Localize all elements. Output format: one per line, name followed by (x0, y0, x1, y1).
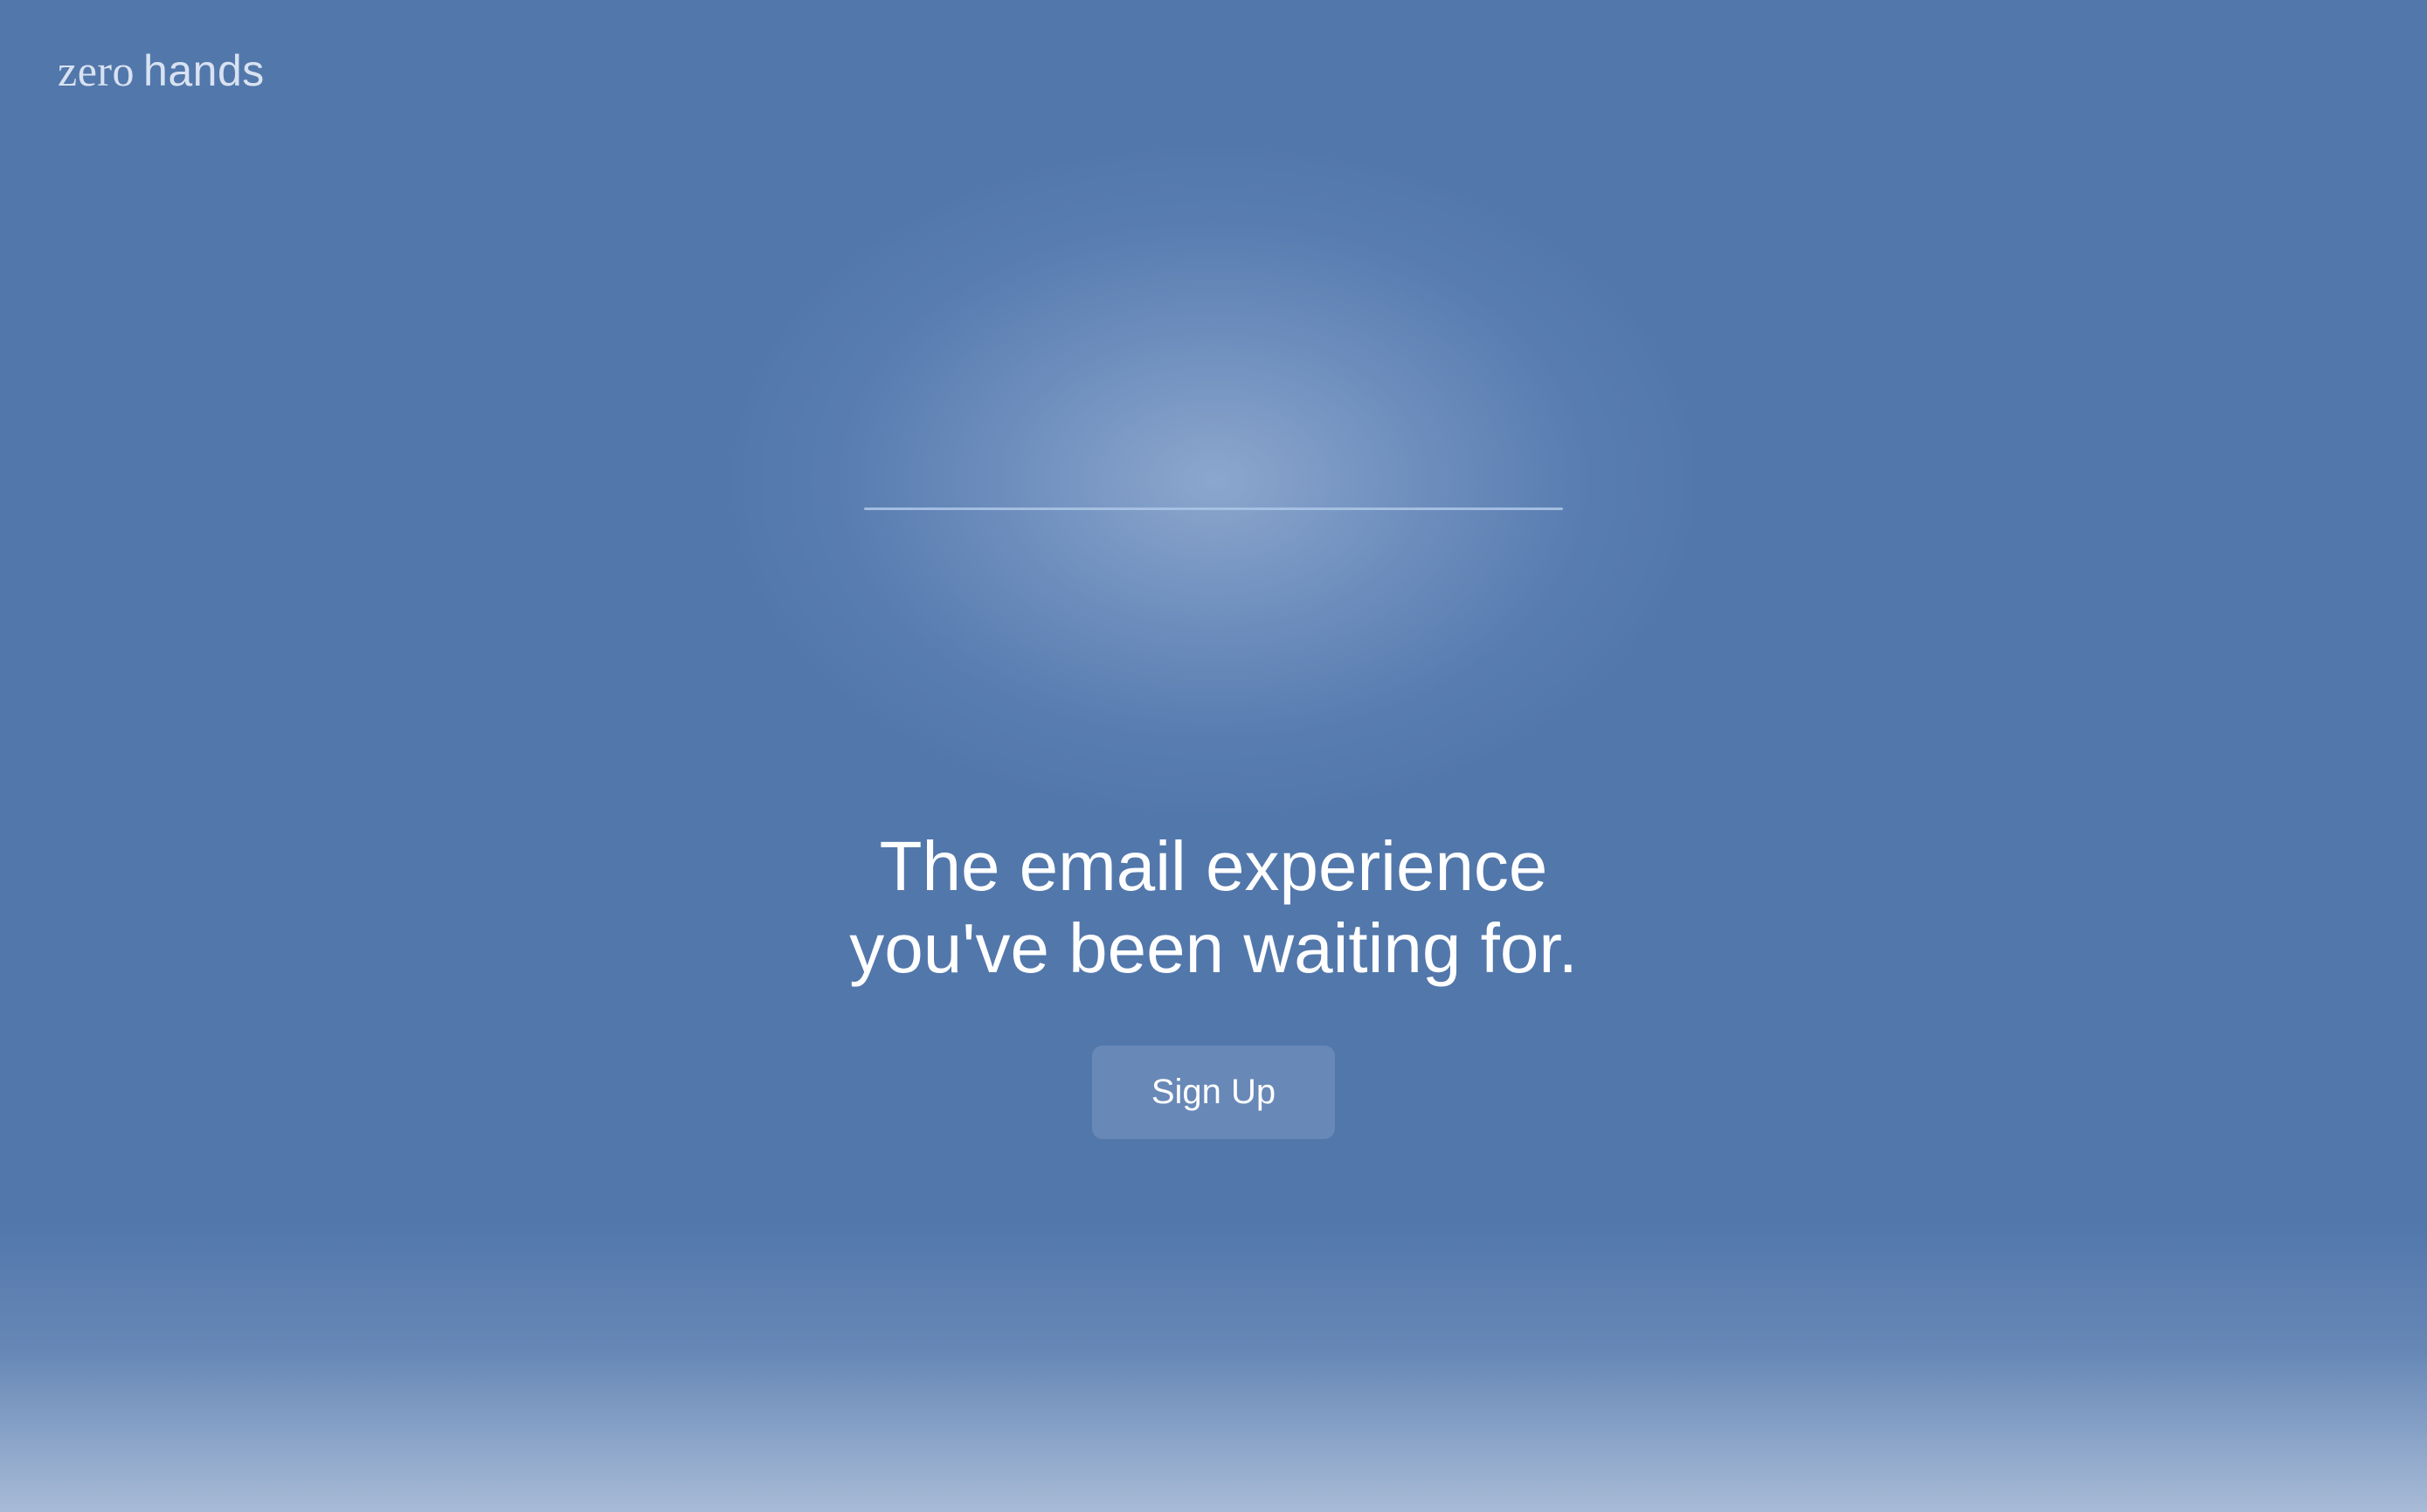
email-input-underline[interactable] (864, 507, 1563, 510)
background-glow (733, 148, 1694, 812)
brand-logo[interactable]: zero hands (58, 45, 265, 96)
hero-headline-line-2: you've been waiting for. (849, 909, 1578, 987)
hero-headline: The email experience you've been waiting… (689, 825, 1738, 990)
logo-word-hands: hands (143, 46, 265, 95)
hero-headline-line-1: The email experience (879, 827, 1548, 905)
logo-word-zero: zero (58, 46, 135, 95)
sign-up-button[interactable]: Sign Up (1092, 1046, 1335, 1139)
background-bottom-fade (0, 1223, 2427, 1512)
